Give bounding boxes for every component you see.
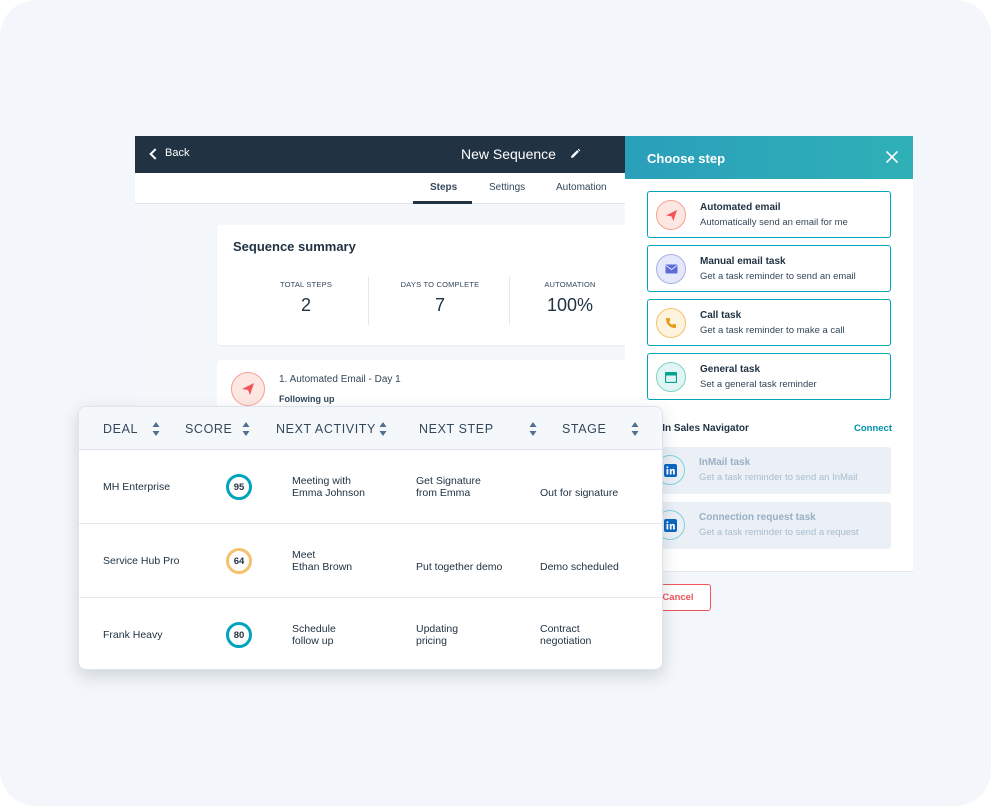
sort-icon[interactable] (242, 421, 250, 437)
stat-value: 7 (434, 295, 445, 315)
task-icon (656, 362, 686, 392)
stat-value: 100% (546, 295, 594, 315)
editor-tabs: Steps Settings Automation (135, 173, 625, 204)
stage-line: Out for signature (540, 487, 619, 499)
tab-steps[interactable]: Steps (430, 182, 457, 193)
stat-value: 2 (300, 295, 311, 315)
stat-total-steps: TOTAL STEPS 2 (236, 280, 376, 316)
next-step-line: pricing (416, 635, 447, 647)
option-description: Get a task reminder to send a request (699, 527, 859, 538)
pencil-icon[interactable] (569, 148, 581, 160)
tab-settings[interactable]: Settings (489, 182, 525, 193)
stage: Out for signature (540, 487, 618, 499)
sort-icon[interactable] (379, 421, 387, 437)
table-row[interactable]: Service Hub Pro 64 Meet Ethan Brown Put toge… (79, 524, 662, 598)
step-title: 1. Automated Email - Day 1 (279, 374, 401, 385)
sort-icon[interactable] (529, 421, 537, 437)
next-step: Put together demo (416, 561, 502, 573)
paper-plane-icon (656, 200, 686, 230)
sequence-title: New Sequence (461, 146, 556, 162)
choose-step-panel: Choose step Automated email Automaticall… (625, 136, 913, 611)
score-badge: 64 (226, 548, 252, 574)
option-general-task[interactable]: General task Set a general task reminder (647, 353, 891, 400)
stat-label: AUTOMATION (544, 280, 596, 289)
option-title: Automated email (700, 202, 781, 213)
chevron-left-icon (149, 147, 161, 160)
table-header: DEAL SCORE NEXT ACTIVITY NEXT STEP STAGE (79, 407, 662, 450)
sort-icon[interactable] (631, 421, 639, 437)
sequence-summary-card: Sequence summary TOTAL STEPS 2 DAYS TO C… (217, 225, 625, 345)
deal-name: Service Hub Pro (103, 555, 180, 567)
table-row[interactable]: MH Enterprise 95 Meeting with Emma Johnson G… (79, 450, 662, 524)
next-step-line: Updating (416, 623, 459, 635)
score-badge: 80 (226, 622, 252, 648)
divider (368, 277, 369, 325)
stat-label: DAYS TO COMPLETE (400, 280, 480, 289)
stat-automation: AUTOMATION 100% (500, 280, 625, 316)
option-inmail-task: InMail task Get a task reminder to send … (647, 447, 891, 494)
stage-line: Demo scheduled (540, 561, 619, 573)
stat-label: TOTAL STEPS (279, 280, 333, 289)
option-title: Connection request task (699, 512, 816, 523)
stage: Contract negotiation (540, 623, 591, 647)
column-header-stage[interactable]: STAGE (562, 422, 606, 436)
option-description: Automatically send an email for me (700, 217, 848, 228)
column-header-next-step[interactable]: NEXT STEP (419, 422, 494, 436)
next-activity-line: Meeting with (292, 475, 351, 487)
stage-line: Contract (540, 623, 580, 635)
column-header-score[interactable]: SCORE (185, 422, 232, 436)
panel-title: Choose step (647, 151, 726, 166)
column-header-deal[interactable]: DEAL (103, 422, 138, 436)
next-step: Get Signature from Emma (416, 475, 481, 499)
active-tab-indicator (413, 201, 472, 204)
next-step-line: Get Signature (416, 475, 481, 487)
option-call-task[interactable]: Call task Get a task reminder to make a … (647, 299, 891, 346)
phone-icon (656, 308, 686, 338)
connect-link[interactable]: Connect (854, 423, 892, 434)
summary-title: Sequence summary (233, 239, 356, 254)
score-badge: 95 (226, 474, 252, 500)
option-description: Set a general task reminder (700, 379, 817, 390)
next-activity: Schedule follow up (292, 623, 336, 647)
panel-header: Choose step (625, 136, 913, 179)
back-label: Back (165, 147, 190, 159)
step-subtitle: Following up (279, 394, 335, 404)
sequence-editor: Back New Sequence Steps Settings Automat… (135, 136, 625, 416)
stage: Demo scheduled (540, 561, 619, 573)
option-connection-request-task: Connection request task Get a task remin… (647, 502, 891, 549)
option-automated-email[interactable]: Automated email Automatically send an em… (647, 191, 891, 238)
next-activity-line: Meet (292, 549, 316, 561)
stage-line: negotiation (540, 635, 592, 647)
editor-topbar: Back New Sequence (135, 136, 625, 173)
next-activity-line: Ethan Brown (292, 561, 353, 573)
close-icon[interactable] (885, 150, 899, 164)
deals-table: DEAL SCORE NEXT ACTIVITY NEXT STEP STAGE… (78, 406, 663, 670)
back-button[interactable]: Back (149, 147, 190, 160)
envelope-icon (656, 254, 686, 284)
option-description: Get a task reminder to make a call (700, 325, 845, 336)
tab-automation[interactable]: Automation (556, 182, 607, 193)
option-title: Call task (700, 310, 742, 321)
next-activity: Meet Ethan Brown (292, 549, 352, 573)
next-step: Updating pricing (416, 623, 458, 647)
next-step-line: Put together demo (416, 561, 503, 573)
next-step-line: from Emma (416, 487, 471, 499)
table-row[interactable]: Frank Heavy 80 Schedule follow up Updating pr… (79, 598, 662, 669)
next-activity: Meeting with Emma Johnson (292, 475, 365, 499)
option-title: General task (700, 364, 761, 375)
paper-plane-icon (231, 372, 265, 406)
deal-name: Frank Heavy (103, 629, 163, 641)
option-description: Get a task reminder to send an InMail (699, 472, 858, 483)
next-activity-line: follow up (292, 635, 334, 647)
next-activity-line: Emma Johnson (292, 487, 365, 499)
option-title: InMail task (699, 457, 751, 468)
column-header-next-activity[interactable]: NEXT ACTIVITY (276, 422, 376, 436)
next-activity-line: Schedule (292, 623, 336, 635)
deal-name: MH Enterprise (103, 481, 171, 493)
option-description: Get a task reminder to send an email (700, 271, 856, 282)
option-title: Manual email task (700, 256, 786, 267)
option-manual-email-task[interactable]: Manual email task Get a task reminder to… (647, 245, 891, 292)
stat-days-to-complete: DAYS TO COMPLETE 7 (370, 280, 510, 316)
sort-icon[interactable] (152, 421, 160, 437)
